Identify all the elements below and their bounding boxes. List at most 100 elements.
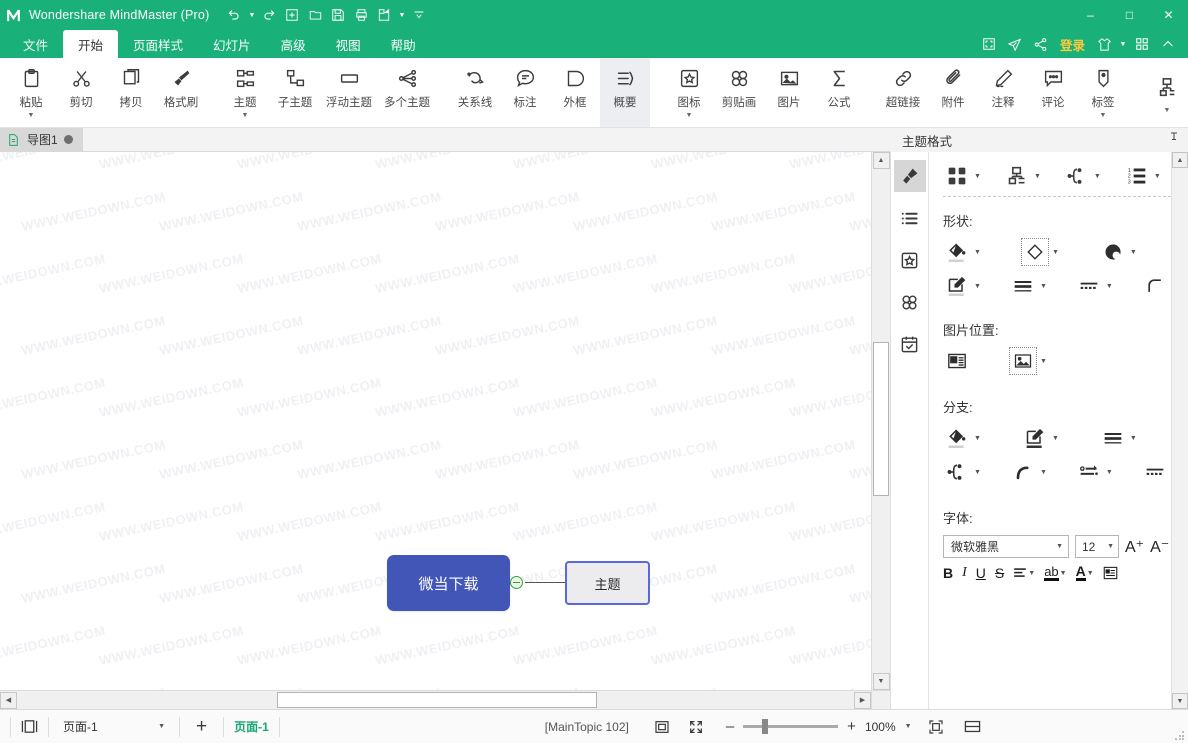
horizontal-scroll-thumb[interactable] [277, 692, 597, 708]
shape-fill-caret[interactable]: ▼ [974, 249, 981, 256]
topic-caret[interactable]: ▼ [242, 112, 249, 119]
font-color-button[interactable]: A ▼ [1075, 564, 1094, 581]
document-tab[interactable]: 导图1 [0, 127, 83, 152]
boundary-button[interactable]: 外框 [550, 58, 600, 127]
callout-button[interactable]: 标注 [500, 58, 550, 127]
text-box-button[interactable] [1103, 566, 1118, 580]
shape-effect-button[interactable]: ▼ [1099, 238, 1137, 266]
line-dash-button[interactable]: ▼ [1075, 272, 1113, 300]
branch-style-caret[interactable]: ▼ [1094, 173, 1101, 180]
formula-button[interactable]: 公式 [814, 58, 864, 127]
panel-vertical-scrollbar[interactable]: ▲ ▼ [1171, 152, 1188, 709]
export-dropdown-caret[interactable]: ▼ [396, 3, 407, 27]
canvas-vertical-scrollbar[interactable]: ▲ ▼ [871, 152, 890, 690]
scroll-right-arrow[interactable]: ▶ [854, 691, 871, 709]
split-view-icon[interactable] [964, 719, 981, 734]
hyperlink-button[interactable]: 超链接 [878, 58, 928, 127]
panel-scroll-down[interactable]: ▼ [1172, 693, 1188, 709]
menu-view[interactable]: 视图 [321, 30, 376, 58]
rail-outline-list[interactable] [894, 202, 926, 234]
shape-outline-button[interactable]: ▼ [943, 272, 981, 300]
branch-fill-caret[interactable]: ▼ [974, 435, 981, 442]
floating-topic-button[interactable]: 浮动主题 [320, 58, 378, 127]
branch-shape-button[interactable]: ▼ [943, 458, 981, 486]
vertical-scroll-thumb[interactable] [873, 342, 889, 496]
mindmap-canvas[interactable]: WWW.WEIDOWN.COM WWW.WEIDOWN.COM WWW.WEIDOW… [0, 152, 871, 690]
marker-button[interactable]: 图标 ▼ [664, 58, 714, 127]
theme-style-button[interactable]: ▼ [943, 162, 981, 190]
open-file-button[interactable] [304, 3, 326, 27]
attachment-button[interactable]: 附件 [928, 58, 978, 127]
scroll-left-arrow[interactable]: ◀ [0, 691, 17, 709]
branch-weight-caret[interactable]: ▼ [1130, 435, 1137, 442]
app-grid-icon[interactable] [1130, 30, 1154, 58]
font-family-caret[interactable]: ▼ [1056, 543, 1063, 550]
branch-outline-caret[interactable]: ▼ [1052, 435, 1059, 442]
pin-icon[interactable] [1168, 131, 1180, 149]
paste-button[interactable]: 粘贴 ▼ [6, 58, 56, 127]
branch-curve-caret[interactable]: ▼ [1040, 469, 1047, 476]
image-position-caret[interactable]: ▼ [1040, 358, 1047, 365]
shape-outline-caret[interactable]: ▼ [974, 283, 981, 290]
picture-button[interactable]: 图片 [764, 58, 814, 127]
cut-button[interactable]: 剪切 [56, 58, 106, 127]
send-icon[interactable] [1003, 30, 1027, 58]
numbering-caret[interactable]: ▼ [1154, 173, 1161, 180]
tag-caret[interactable]: ▼ [1100, 112, 1107, 119]
more-commands-button[interactable] [408, 3, 430, 27]
save-button[interactable] [327, 3, 349, 27]
underline-button[interactable]: U [976, 565, 986, 581]
marker-caret[interactable]: ▼ [686, 112, 693, 119]
collapse-toggle[interactable] [510, 576, 523, 589]
page-select[interactable]: 页面-1 ▼ [59, 718, 169, 735]
menu-help[interactable]: 帮助 [376, 30, 431, 58]
branch-outline-button[interactable]: ▼ [1021, 424, 1059, 452]
branch-weight-button[interactable]: ▼ [1099, 424, 1137, 452]
fit-page-icon[interactable] [654, 719, 670, 735]
font-size-select[interactable]: 12 ▼ [1075, 535, 1119, 558]
scroll-up-arrow[interactable]: ▲ [872, 152, 890, 169]
zoom-level-caret[interactable]: ▼ [905, 723, 912, 730]
tag-button[interactable]: 标签 ▼ [1078, 58, 1128, 127]
rail-style-brush[interactable] [893, 160, 926, 192]
increase-font-size-button[interactable]: A⁺ [1125, 537, 1144, 557]
branch-fill-button[interactable]: ▼ [943, 424, 981, 452]
clipart-button[interactable]: 剪贴画 [714, 58, 764, 127]
theme-dropdown-caret[interactable]: ▼ [1118, 30, 1128, 58]
maximize-button[interactable]: □ [1110, 0, 1149, 30]
format-painter-button[interactable]: 格式刷 [156, 58, 206, 127]
align-caret[interactable]: ▼ [1028, 570, 1035, 577]
menu-home[interactable]: 开始 [63, 30, 119, 58]
comment-button[interactable]: 评论 [1028, 58, 1078, 127]
zoom-slider-thumb[interactable] [762, 719, 769, 734]
branch-curve-button[interactable]: ▼ [1009, 458, 1047, 486]
focus-icon[interactable] [928, 719, 944, 735]
decrease-font-size-button[interactable]: A⁻ [1150, 537, 1169, 557]
text-highlight-button[interactable]: ab ▼ [1044, 565, 1067, 581]
undo-button[interactable] [223, 3, 245, 27]
note-button[interactable]: 注释 [978, 58, 1028, 127]
bold-button[interactable]: B [943, 565, 953, 581]
menu-file[interactable]: 文件 [8, 30, 63, 58]
shape-type-caret[interactable]: ▼ [1052, 249, 1059, 256]
add-page-button[interactable]: + [190, 716, 213, 738]
rail-task[interactable] [894, 328, 926, 360]
rail-clipart[interactable] [894, 286, 926, 318]
export-button[interactable] [373, 3, 395, 27]
summary-button[interactable]: 概要 [600, 58, 650, 127]
paste-caret[interactable]: ▼ [28, 112, 35, 119]
layout-button[interactable]: ▼ [1142, 58, 1188, 127]
highlight-caret[interactable]: ▼ [1060, 570, 1067, 577]
strikethrough-button[interactable]: S [995, 565, 1004, 581]
align-button[interactable]: ▼ [1013, 566, 1035, 580]
expand-icon[interactable] [688, 719, 704, 735]
multi-topic-button[interactable]: 多个主题 [378, 58, 436, 127]
shape-type-button[interactable]: ▼ [1020, 238, 1059, 266]
branch-arrow-button[interactable]: ▼ [1075, 458, 1113, 486]
minimize-button[interactable]: – [1071, 0, 1110, 30]
branch-shape-caret[interactable]: ▼ [974, 469, 981, 476]
fullscreen-icon[interactable] [977, 30, 1001, 58]
undo-dropdown-caret[interactable]: ▼ [246, 3, 257, 27]
child-node[interactable]: 主题 [565, 561, 650, 605]
layout-structure-button[interactable]: ▼ [1003, 162, 1041, 190]
